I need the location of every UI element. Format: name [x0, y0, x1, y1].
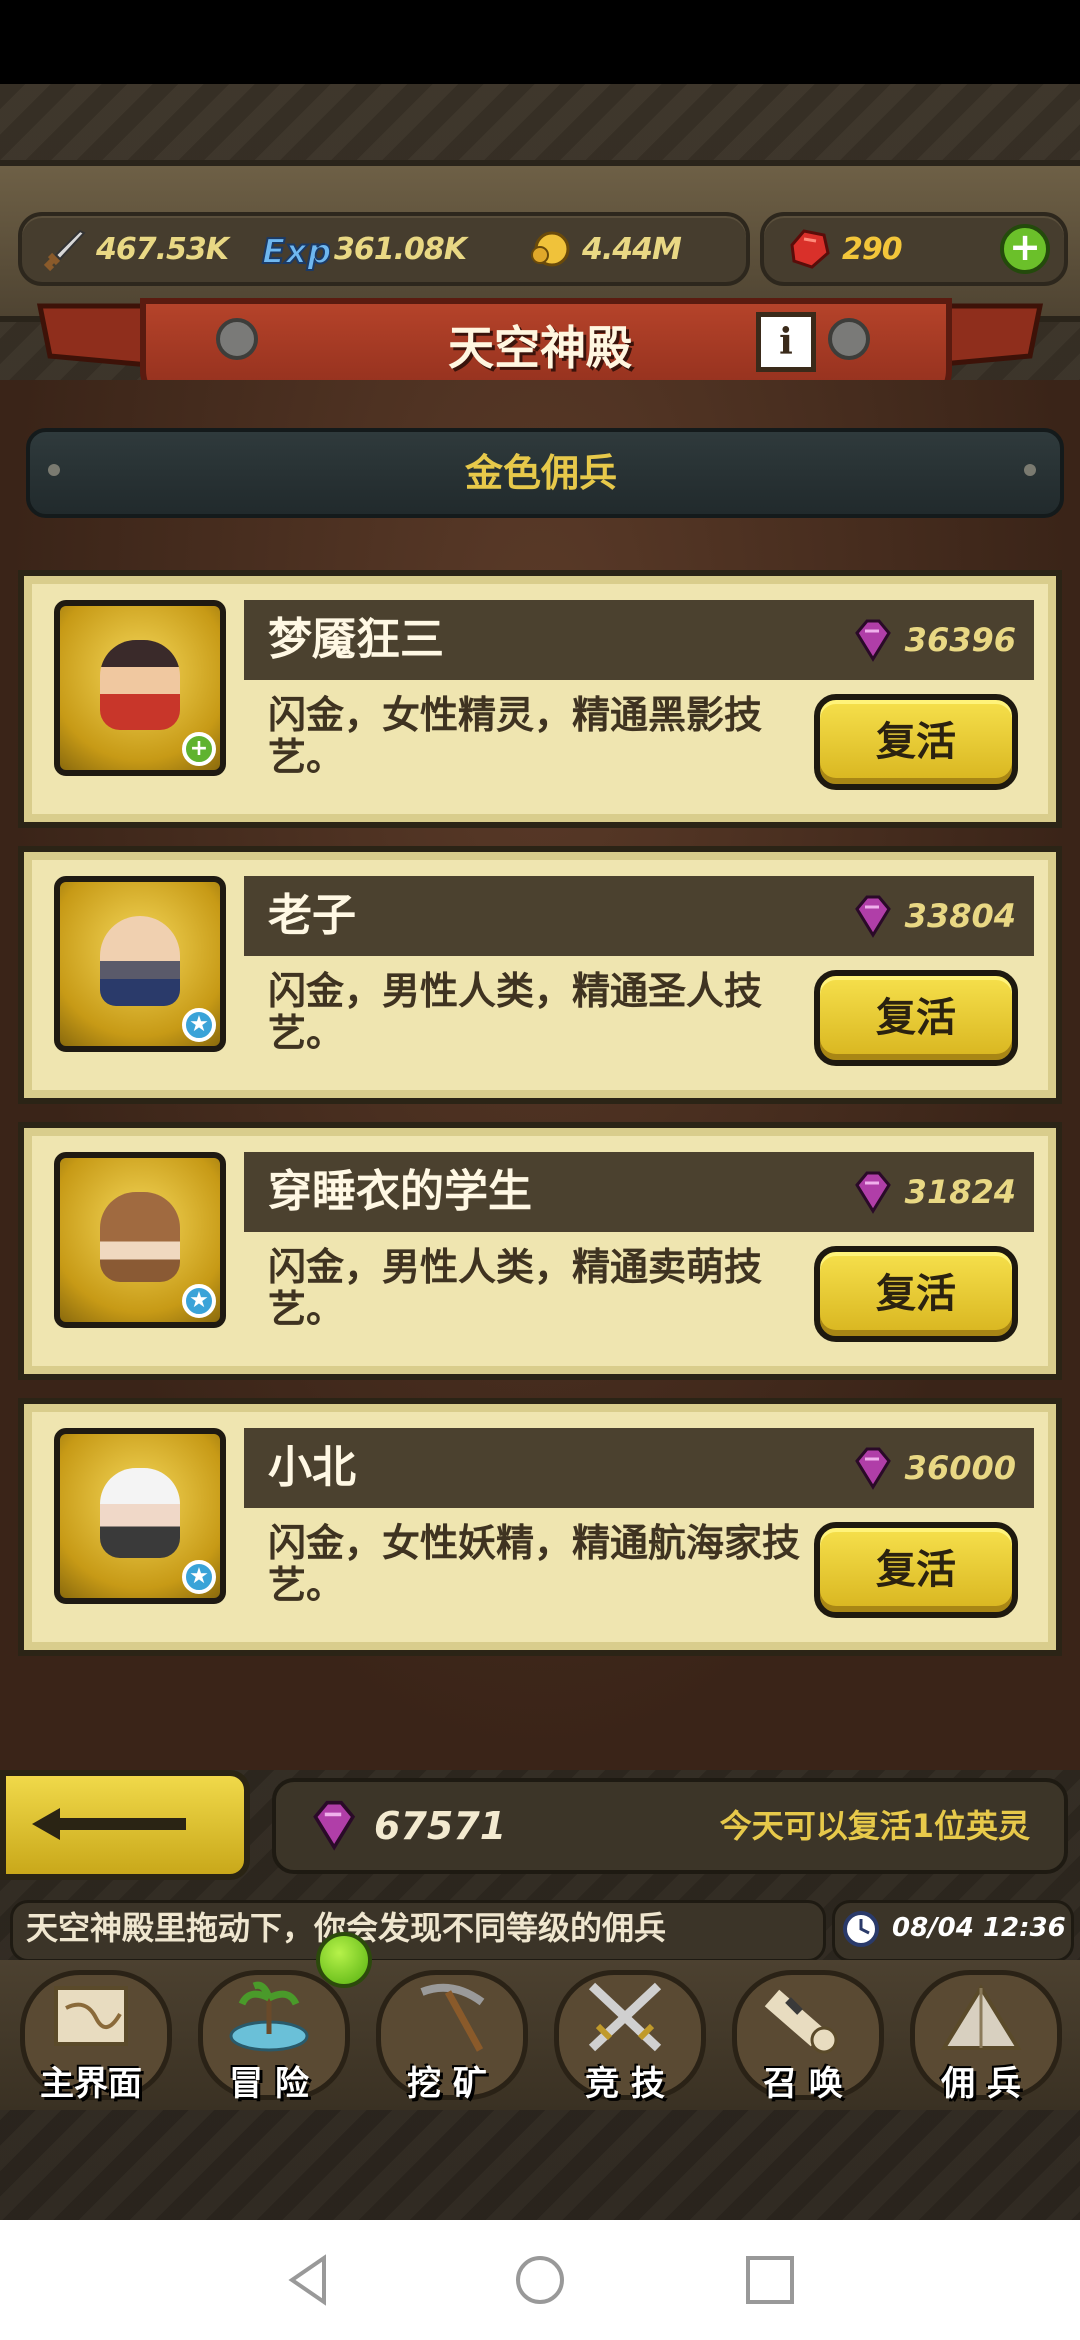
resource-pill: 467.53K Exp 361.08K 4.44M — [18, 212, 750, 286]
map-scroll-icon — [54, 1986, 128, 2046]
hero-portrait: ★ — [54, 1152, 226, 1328]
home-circle-icon[interactable] — [512, 2252, 568, 2308]
hero-cost: 36000 — [849, 1428, 1016, 1508]
hero-cost: 31824 — [849, 1152, 1016, 1232]
ruby-resource: 290 — [784, 216, 903, 282]
ruby-icon — [790, 229, 830, 269]
hero-card[interactable]: ★ 穿睡衣的学生 31824 闪金，男性人类，精通卖萌技艺。 复活 — [18, 1122, 1062, 1380]
add-ruby-button[interactable]: + — [1000, 224, 1050, 274]
revive-button[interactable]: 复活 — [814, 970, 1018, 1066]
hero-cost-value: 31824 — [904, 1173, 1016, 1211]
back-triangle-icon[interactable] — [282, 2252, 338, 2308]
gem-total: 67571 — [374, 1804, 507, 1848]
hero-avatar — [100, 1192, 180, 1282]
nav-mercenary[interactable]: 佣 兵 — [896, 1960, 1066, 2110]
nav-label: 冒 险 — [229, 2064, 309, 2104]
gold-resource: 4.44M — [526, 216, 682, 282]
gem-icon — [854, 1447, 891, 1490]
nav-label: 竞 技 — [585, 2064, 665, 2104]
attack-value: 467.53K — [96, 231, 229, 267]
category-label: 金色佣兵 — [464, 451, 617, 495]
nav-main[interactable]: 主界面 — [6, 1960, 176, 2110]
status-area — [0, 0, 1080, 84]
crossed-swords-icon — [588, 1982, 662, 2052]
ruby-value: 290 — [842, 231, 903, 267]
star-badge-icon: ★ — [182, 1008, 216, 1042]
exp-icon: Exp — [261, 231, 330, 273]
star-badge-icon: ★ — [182, 1560, 216, 1594]
nav-label: 佣 兵 — [941, 2064, 1021, 2104]
pickaxe-icon — [420, 1983, 485, 2052]
island-icon — [229, 1981, 309, 2052]
star-badge-icon: ★ — [182, 1284, 216, 1318]
sword-icon — [43, 229, 86, 272]
notification-dot — [316, 1932, 372, 1988]
hero-name: 穿睡衣的学生 — [268, 1166, 532, 1217]
hero-portrait: ★ — [54, 876, 226, 1052]
hero-cost-value: 36396 — [904, 621, 1016, 659]
hero-avatar — [100, 916, 180, 1006]
nav-arena[interactable]: 竞 技 — [540, 1960, 710, 2110]
svg-text:Exp: Exp — [262, 232, 330, 272]
gold-value: 4.44M — [582, 231, 682, 267]
revive-button[interactable]: 复活 — [814, 1522, 1018, 1618]
hero-cost: 33804 — [849, 876, 1016, 956]
hero-portrait: + — [54, 600, 226, 776]
nav-label: 挖 矿 — [407, 2064, 487, 2104]
hero-card[interactable]: ★ 老子 33804 闪金，男性人类，精通圣人技艺。 复活 — [18, 846, 1062, 1104]
clock-time: 08/04 12:36 — [892, 1913, 1066, 1943]
exp-value: 361.08K — [334, 231, 467, 267]
hero-description: 闪金，男性人类，精通卖萌技艺。 — [268, 1245, 763, 1331]
revive-button[interactable]: 复活 — [814, 694, 1018, 790]
revive-button[interactable]: 复活 — [814, 1246, 1018, 1342]
scroll-icon — [764, 1989, 838, 2054]
hero-avatar — [100, 1468, 180, 1558]
hero-name: 小北 — [268, 1442, 356, 1493]
hero-portrait: ★ — [54, 1428, 226, 1604]
nav-label: 主界面 — [40, 2064, 142, 2104]
exp-resource: Exp 361.08K — [258, 216, 467, 282]
hero-description: 闪金，女性妖精，精通航海家技艺。 — [268, 1521, 801, 1607]
ruby-pill: 290 + — [760, 212, 1068, 286]
nav-mining[interactable]: 挖 矿 — [362, 1960, 532, 2110]
hero-description: 闪金，女性精灵，精通黑影技艺。 — [268, 693, 763, 779]
hero-cost-value: 36000 — [904, 1449, 1016, 1487]
gem-icon — [854, 1171, 891, 1214]
gem-icon — [854, 619, 891, 662]
nav-label: 召 唤 — [763, 2064, 843, 2104]
hero-name: 梦魇狂三 — [268, 614, 444, 665]
hero-cost: 36396 — [849, 600, 1016, 680]
clock-icon — [843, 1911, 879, 1947]
info-button[interactable]: i — [756, 312, 816, 372]
back-arrow-icon — [32, 1808, 186, 1840]
nav-summon[interactable]: 召 唤 — [718, 1960, 888, 2110]
gem-icon — [313, 1800, 356, 1851]
attack-resource: 467.53K — [40, 216, 229, 282]
recents-square-icon[interactable] — [742, 2252, 798, 2308]
hero-card[interactable]: + 梦魇狂三 36396 闪金，女性精灵，精通黑影技艺。 复活 — [18, 570, 1062, 828]
hero-card[interactable]: ★ 小北 36000 闪金，女性妖精，精通航海家技艺。 复活 — [18, 1398, 1062, 1656]
gold-coin-icon — [531, 231, 570, 267]
hero-cost-value: 33804 — [904, 897, 1016, 935]
gem-icon — [854, 895, 891, 938]
tent-icon — [940, 1984, 1022, 2050]
plus-badge-icon: + — [182, 732, 216, 766]
hero-name: 老子 — [268, 890, 356, 941]
hero-avatar — [100, 640, 180, 730]
revive-limit-note: 今天可以复活1位英灵 — [719, 1807, 1030, 1845]
hero-description: 闪金，男性人类，精通圣人技艺。 — [268, 969, 763, 1055]
